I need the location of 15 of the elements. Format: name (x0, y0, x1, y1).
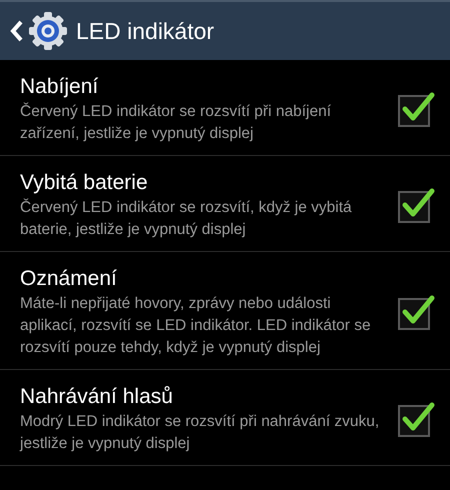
gear-icon (28, 11, 68, 51)
setting-title: Nabíjení (20, 74, 100, 100)
setting-description: Červený LED indikátor se rozsvítí, když je vybitá baterie, jestliže je vypnutý displej (20, 198, 353, 240)
setting-title: Oznámení (20, 266, 118, 292)
setting-row[interactable]: Oznámení Máte-li nepřijaté hovory, zprávy nebo události aplikací, rozsvítí se LED indikátor. LED indikátor se rozsvítí pouze tehdy, když je vypnutý displej (0, 252, 450, 370)
screen-title: LED indikátor (76, 16, 214, 46)
setting-description: Máte-li nepřijaté hovory, zprávy nebo události aplikací, rozsvítí se LED indikátor. LED indikátor se rozsvítí pouze tehdy, když je vypnutý displej (20, 294, 372, 358)
setting-title: Nahrávání hlasů (20, 384, 174, 410)
setting-title: Vybitá baterie (20, 170, 149, 196)
setting-description: Červený LED indikátor se rozsvítí při nabíjení zařízení, jestliže je vypnutý displej (20, 102, 332, 144)
setting-description: Modrý LED indikátor se rozsvítí při nahrávání zvuku, jestliže je vypnutý displej (20, 412, 380, 454)
setting-row[interactable]: Vybitá baterie Červený LED indikátor se rozsvítí, když je vybitá baterie, jestliže je vypnutý displej (0, 156, 450, 252)
setting-row[interactable]: Nahrávání hlasů Modrý LED indikátor se rozsvítí při nahrávání zvuku, jestliže je vypnutý displej (0, 370, 450, 466)
setting-row[interactable]: Nabíjení Červený LED indikátor se rozsvítí při nabíjení zařízení, jestliže je vypnutý displej (0, 60, 450, 156)
back-icon[interactable] (10, 20, 24, 42)
